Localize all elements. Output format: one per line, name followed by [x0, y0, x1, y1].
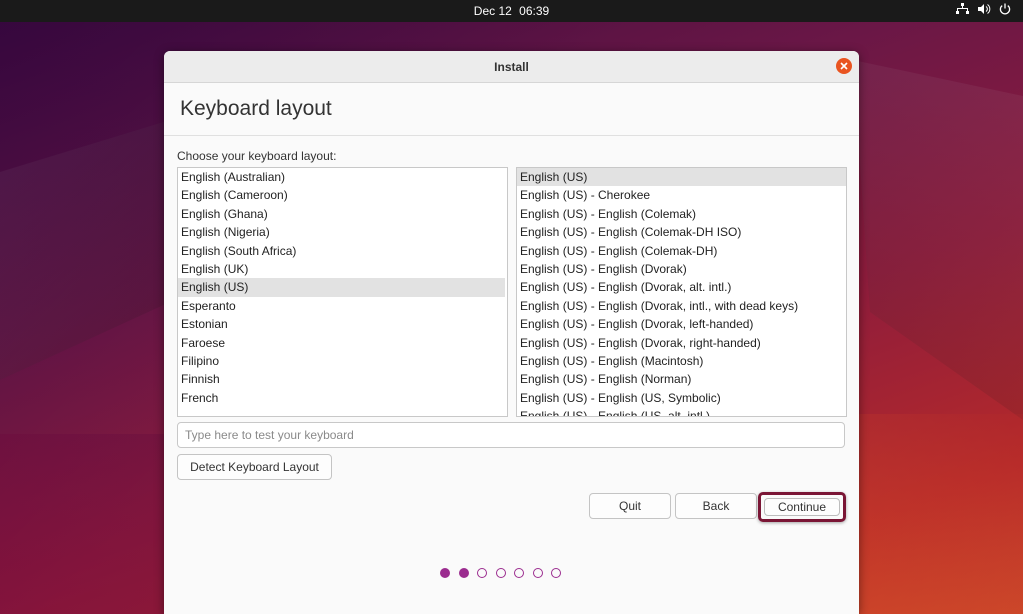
network-icon[interactable]	[956, 3, 969, 15]
progress-dot	[514, 568, 524, 578]
list-item[interactable]: English (UK)	[178, 260, 505, 278]
list-item[interactable]: Faroese	[178, 334, 505, 352]
page-title: Keyboard layout	[180, 97, 332, 120]
list-item[interactable]: English (US) - English (US, alt. intl.)	[517, 407, 846, 416]
list-item[interactable]: English (US) - English (Dvorak, intl., w…	[517, 297, 846, 315]
detect-layout-button[interactable]: Detect Keyboard Layout	[177, 454, 332, 480]
title-bar: Install	[164, 51, 859, 83]
list-item[interactable]: Finnish	[178, 370, 505, 388]
progress-dot	[532, 568, 543, 578]
top-bar: Dec 12 06:39	[0, 0, 1023, 22]
close-button[interactable]	[836, 58, 852, 74]
progress-dots	[440, 568, 561, 578]
system-tray[interactable]	[956, 3, 1011, 15]
wallpaper-shape	[0, 120, 170, 380]
progress-dot	[440, 568, 450, 578]
wallpaper-shape	[0, 434, 170, 614]
progress-dot	[495, 568, 506, 578]
progress-dot	[458, 568, 469, 578]
progress-dot	[551, 568, 561, 578]
clock-time: 06:39	[519, 4, 550, 18]
list-item[interactable]: English (Nigeria)	[178, 223, 505, 241]
volume-icon[interactable]	[977, 3, 991, 15]
list-item[interactable]: English (South Africa)	[178, 242, 505, 260]
list-item[interactable]: English (US) - English (Dvorak, right-ha…	[517, 334, 846, 352]
list-item[interactable]: English (US) - English (Dvorak, alt. int…	[517, 278, 846, 296]
list-item[interactable]: English (US) - English (Norman)	[517, 370, 846, 388]
power-icon[interactable]	[999, 3, 1011, 15]
list-item[interactable]: English (US) - Cherokee	[517, 186, 846, 204]
list-item[interactable]: English (US) - English (Macintosh)	[517, 352, 846, 370]
installer-window: Install Keyboard layout Choose your keyb…	[164, 51, 859, 614]
list-item[interactable]: English (Ghana)	[178, 205, 505, 223]
continue-highlight: Continue	[758, 492, 846, 522]
variant-list[interactable]: English (US) English (US) - Cherokee Engli…	[516, 167, 847, 417]
layout-prompt: Choose your keyboard layout:	[177, 149, 337, 163]
keyboard-test-input[interactable]	[177, 422, 845, 448]
window-title: Install	[494, 60, 529, 74]
list-item[interactable]: French	[178, 389, 505, 407]
list-item[interactable]: English (US) - English (Dvorak, left-han…	[517, 315, 846, 333]
list-item[interactable]: English (US) - English (US, Symbolic)	[517, 389, 846, 407]
list-item[interactable]: Estonian	[178, 315, 505, 333]
quit-button[interactable]: Quit	[589, 493, 671, 519]
list-item[interactable]: English (US) - English (Colemak)	[517, 205, 846, 223]
wallpaper-shape	[853, 414, 1023, 614]
layout-list[interactable]: English (Australian) English (Cameroon) En…	[177, 167, 508, 417]
progress-dot	[477, 568, 487, 578]
clock-date: Dec 12	[473, 4, 512, 18]
close-icon	[840, 57, 848, 75]
list-item[interactable]: English (US) - English (Colemak-DH ISO)	[517, 223, 846, 241]
clock[interactable]: Dec 12 06:39	[0, 4, 1023, 18]
list-item[interactable]: English (US) - English (Dvorak)	[517, 260, 846, 278]
list-item[interactable]: English (US)	[178, 278, 505, 297]
continue-button[interactable]: Continue	[764, 498, 840, 516]
back-button[interactable]: Back	[675, 493, 757, 519]
page-header: Keyboard layout	[164, 83, 859, 136]
list-item[interactable]: Esperanto	[178, 297, 505, 315]
wallpaper-shape	[853, 60, 1023, 420]
list-item[interactable]: Filipino	[178, 352, 505, 370]
list-item[interactable]: English (Australian)	[178, 168, 505, 186]
list-item[interactable]: English (Cameroon)	[178, 186, 505, 204]
list-item[interactable]: English (US)	[517, 168, 846, 187]
list-item[interactable]: English (US) - English (Colemak-DH)	[517, 242, 846, 260]
